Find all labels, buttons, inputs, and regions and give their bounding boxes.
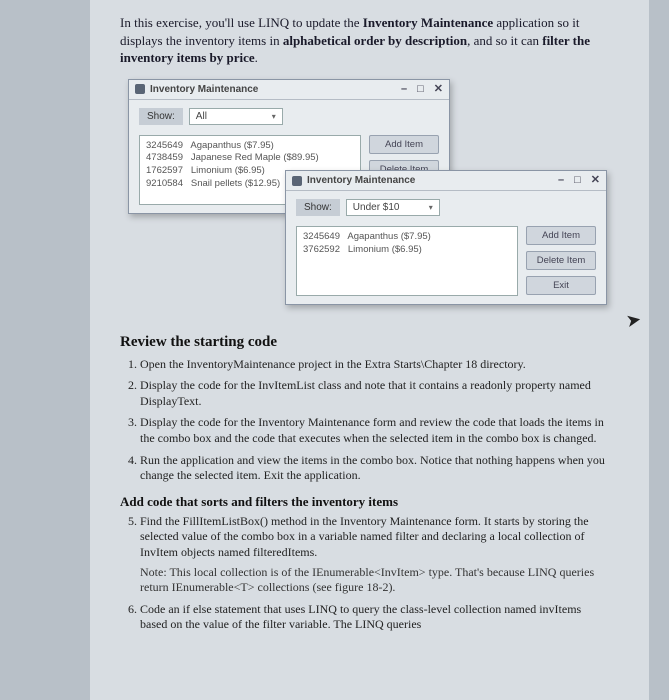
step-5-note: Note: This local collection is of the IE…: [140, 565, 609, 596]
review-section: Review the starting code Open the Invent…: [120, 334, 609, 633]
close-button[interactable]: ✕: [591, 175, 600, 186]
add-item-button[interactable]: Add Item: [369, 135, 439, 154]
step-4: Run the application and view the items i…: [140, 453, 609, 484]
exit-button[interactable]: Exit: [526, 276, 596, 295]
window-title: Inventory Maintenance: [307, 175, 558, 186]
show-label: Show:: [296, 199, 340, 216]
list-item[interactable]: 4738459 Japanese Red Maple ($89.95): [146, 152, 354, 165]
chevron-down-icon: ▾: [429, 203, 433, 212]
show-label: Show:: [139, 108, 183, 125]
app-icon: [292, 176, 302, 186]
review-heading: Review the starting code: [120, 334, 609, 351]
filter-combo[interactable]: All ▾: [189, 108, 283, 125]
minimize-button[interactable]: –: [558, 175, 564, 186]
delete-item-button[interactable]: Delete Item: [526, 251, 596, 270]
list-item[interactable]: 3245649 Agapanthus ($7.95): [146, 140, 354, 153]
titlebar: Inventory Maintenance – □ ✕: [286, 171, 606, 191]
maximize-button[interactable]: □: [574, 175, 581, 186]
app-icon: [135, 84, 145, 94]
step-2: Display the code for the InvItemList cla…: [140, 378, 609, 409]
filter-combo-value: All: [196, 111, 207, 122]
step-5: Find the FillItemListBox() method in the…: [140, 514, 609, 596]
window-title: Inventory Maintenance: [150, 84, 401, 95]
filter-combo[interactable]: Under $10 ▾: [346, 199, 440, 216]
step-3: Display the code for the Inventory Maint…: [140, 415, 609, 446]
filter-combo-value: Under $10: [353, 202, 400, 213]
list-item[interactable]: 3245649 Agapanthus ($7.95): [303, 231, 511, 244]
inventory-listbox[interactable]: 3245649 Agapanthus ($7.95) 3762592 Limon…: [296, 226, 518, 296]
minimize-button[interactable]: –: [401, 84, 407, 95]
add-code-heading: Add code that sorts and filters the inve…: [120, 494, 609, 510]
step-6: Code an if else statement that uses LINQ…: [140, 602, 609, 633]
intro-text: In this exercise, you'll use LINQ to upd…: [120, 14, 609, 67]
close-button[interactable]: ✕: [434, 84, 443, 95]
chevron-down-icon: ▾: [272, 112, 276, 121]
step-1: Open the InventoryMaintenance project in…: [140, 357, 609, 373]
add-item-button[interactable]: Add Item: [526, 226, 596, 245]
list-item[interactable]: 3762592 Limonium ($6.95): [303, 244, 511, 257]
maximize-button[interactable]: □: [417, 84, 424, 95]
window-inventory-filtered: Inventory Maintenance – □ ✕ Show: Under …: [285, 170, 607, 305]
titlebar: Inventory Maintenance – □ ✕: [129, 80, 449, 100]
cursor-icon: ➤: [624, 309, 643, 332]
